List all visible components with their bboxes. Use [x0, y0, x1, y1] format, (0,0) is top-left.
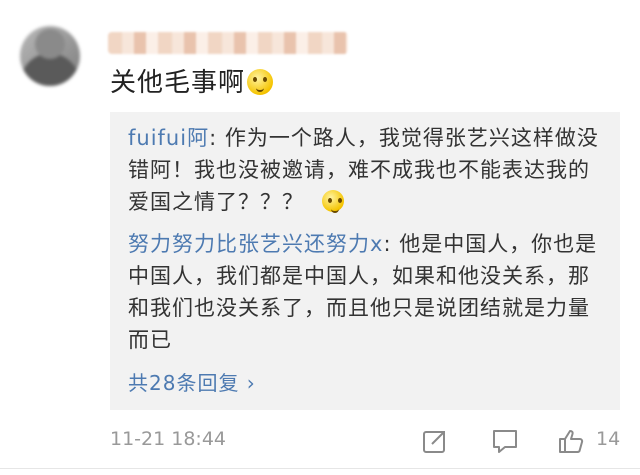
reply-author[interactable]: fuifui阿: [128, 126, 209, 150]
comment-text: 关他毛事啊: [110, 68, 246, 98]
thumbs-up-icon[interactable]: [556, 426, 586, 456]
comment-timestamp: 11-21 18:44: [110, 428, 227, 450]
reply-item: 努力努力比张艺兴还努力x: 他是中国人，你也是中国人，我们都是中国人，如果和他没…: [128, 228, 608, 356]
divider: [0, 468, 640, 469]
like-count: 14: [596, 428, 621, 450]
avatar[interactable]: [20, 26, 80, 86]
share-icon[interactable]: [420, 426, 450, 456]
reply-item: fuifui阿: 作为一个路人，我觉得张艺兴这样做没错阿！我也没被邀请，难不成我…: [128, 122, 608, 218]
smile-emoji-icon: [321, 190, 344, 213]
more-replies-link[interactable]: 共28条回复 ›: [128, 367, 256, 396]
reply-author[interactable]: 努力努力比张艺兴还努力x: [128, 232, 383, 256]
comment-icon[interactable]: [490, 426, 520, 456]
confused-face-emoji-icon: [247, 69, 274, 95]
username-redacted[interactable]: [108, 32, 348, 54]
comment-body: 关他毛事啊: [110, 66, 274, 100]
